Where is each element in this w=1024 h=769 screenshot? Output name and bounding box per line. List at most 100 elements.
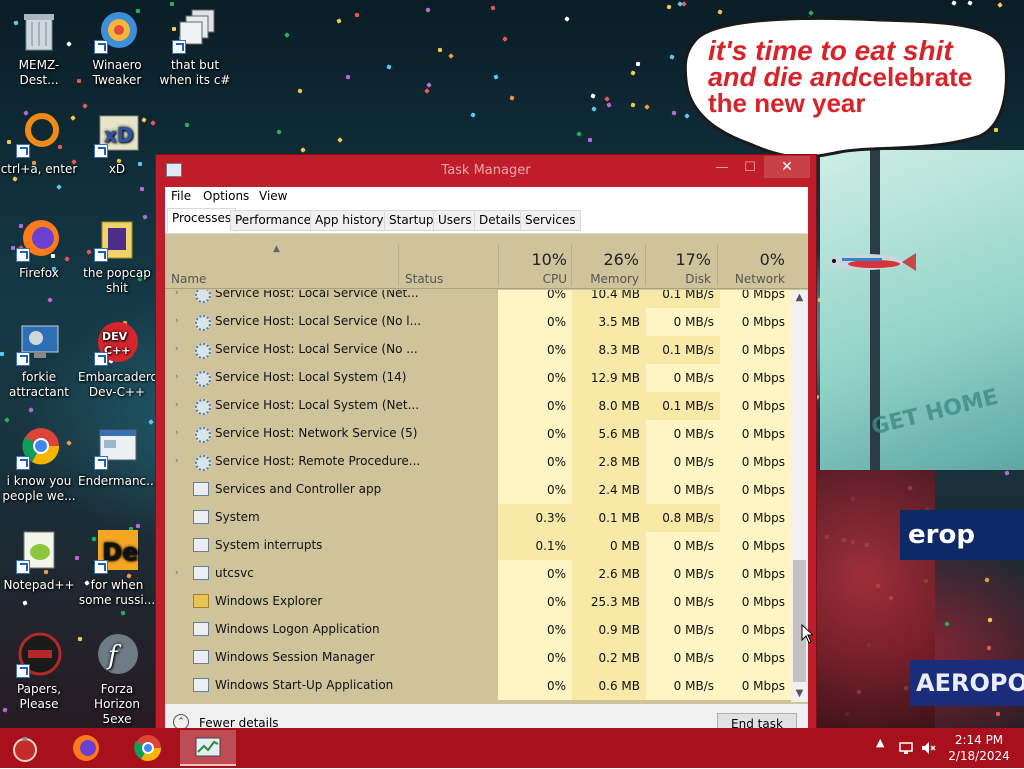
expand-chevron-icon[interactable]: › [175,316,183,326]
start-button[interactable] [10,734,40,764]
scroll-down-icon[interactable]: ▼ [791,686,808,702]
menu-options[interactable]: Options [203,189,249,203]
scroll-up-icon[interactable]: ▲ [791,290,808,306]
column-disk[interactable]: Disk [651,272,711,286]
expand-chevron-icon[interactable]: › [175,400,183,410]
process-app-icon [193,622,209,636]
taskbar-task-manager[interactable] [180,730,236,766]
column-memory[interactable]: Memory [577,272,639,286]
process-row[interactable]: › Service Host: Network Service (5) 0% 5.6 … [165,420,791,448]
process-row[interactable]: Services and Controller app 0% 2.4 MB 0 MB/… [165,476,791,504]
expand-chevron-icon[interactable]: › [175,344,183,354]
desktop-icon-recycle-bin[interactable]: MEMZ-Dest... [0,8,78,88]
process-network: 0 Mbps [720,392,791,420]
process-network: 0 Mbps [720,448,791,476]
expand-chevron-icon[interactable]: › [175,456,183,466]
tab-details[interactable]: Details [474,210,526,231]
taskbar: ▲ 2:14 PM 2/18/2024 [0,728,1024,768]
process-disk: 0 MB/s [646,588,720,616]
tab-services[interactable]: Services [520,210,581,231]
system-clock[interactable]: 2:14 PM 2/18/2024 [944,732,1014,764]
scrollbar-thumb[interactable] [793,560,806,682]
process-app-icon [193,482,209,496]
network-icon[interactable] [898,740,914,756]
process-memory: 2.6 MB [572,560,646,588]
process-cpu: 0% [498,672,572,700]
desktop-icon-forkie[interactable]: forkie attractant [0,320,78,400]
process-row[interactable]: System interrupts 0.1% 0 MB 0 MB/s 0 Mbps [165,532,791,560]
process-row[interactable]: › Service Host: Local Service (Net... 0% 10… [165,290,791,308]
process-disk: 0 MB/s [646,476,720,504]
desktop-icon-label: for when some russi... [78,578,156,607]
maximize-button[interactable]: ☐ [736,158,764,178]
chrome-icon [134,735,162,762]
process-row[interactable]: › Service Host: Local Service (No l... 0% 3… [165,308,791,336]
expand-chevron-icon[interactable]: › [175,372,183,382]
bubble-line-2: and die andcelebrate [708,64,1018,91]
process-row[interactable]: Windows Logon Application 0% 0.9 MB 0 MB/s 0… [165,616,791,644]
menu-bar: File Options View [165,187,808,207]
svg-text:DEV: DEV [102,330,128,343]
desktop-icon-endermanch[interactable]: Endermanc... [78,424,158,489]
process-row[interactable]: › Service Host: Local System (Net... 0% 8.0… [165,392,791,420]
expand-chevron-icon[interactable]: › [175,290,183,298]
taskbar-firefox[interactable] [58,730,114,766]
process-row[interactable]: › Service Host: Local System (14) 0% 12.9 M… [165,364,791,392]
desktop-icon-ctrl-a-enter[interactable]: ctrl+a, enter [0,112,78,177]
process-row[interactable]: › Service Host: Local Service (No ... 0% 8.… [165,336,791,364]
process-row[interactable]: Windows Start-Up Application 0% 0.6 MB 0 MB… [165,672,791,700]
process-memory: 8.0 MB [572,392,646,420]
desktop-icon-winaero[interactable]: Winaero Tweaker [78,8,156,88]
menu-file[interactable]: File [171,189,191,203]
column-network[interactable]: Network [721,272,785,286]
taskbar-chrome[interactable] [120,730,176,766]
title-bar[interactable]: Task Manager — ☐ ✕ [156,155,816,187]
minimize-button[interactable]: — [708,158,736,178]
desktop-icon-notepadpp[interactable]: Notepad++ [0,528,78,593]
task-manager-window[interactable]: Task Manager — ☐ ✕ File Options View Pro… [156,155,816,735]
de-logo-icon: De [94,528,140,574]
desktop-icon-popcap[interactable]: the popcap shit [78,216,156,296]
column-cpu-percent[interactable]: 10% [505,250,567,269]
volume-muted-icon[interactable] [920,740,936,756]
process-row[interactable]: Windows Explorer 0% 25.3 MB 0 MB/s 0 Mbps [165,588,791,616]
process-network: 0 Mbps [720,420,791,448]
column-disk-percent[interactable]: 17% [651,250,711,269]
column-network-percent[interactable]: 0% [721,250,785,269]
process-memory: 10.4 MB [572,290,646,308]
desktop-icon-firefox[interactable]: Firefox [0,216,78,281]
column-cpu[interactable]: CPU [505,272,567,286]
tab-startup[interactable]: Startup [384,210,439,231]
show-hidden-icons-icon[interactable]: ▲ [876,736,884,749]
process-row[interactable]: System 0.3% 0.1 MB 0.8 MB/s 0 Mbps [165,504,791,532]
process-memory: 0.9 MB [572,616,646,644]
process-row[interactable]: › utcsvc 0% 2.6 MB 0 MB/s 0 Mbps [165,560,791,588]
expand-chevron-icon[interactable]: › [175,428,183,438]
tab-processes[interactable]: Processes [167,208,237,233]
tab-users[interactable]: Users [433,210,477,231]
process-row[interactable]: Windows Session Manager 0% 0.2 MB 0 MB/s 0 M… [165,644,791,672]
menu-view[interactable]: View [259,189,287,203]
desktop-icon-devcpp[interactable]: DEV C++ Embarcadero Dev-C++ [78,320,158,400]
column-status[interactable]: Status [405,272,443,286]
process-network: 0 Mbps [720,644,791,672]
tab-app-history[interactable]: App history [310,210,389,231]
process-row[interactable]: › Service Host: Remote Procedure... 0% 2.8 … [165,448,791,476]
desktop-icon-xd[interactable]: xD xD [78,112,156,177]
service-gear-icon [195,455,211,471]
desktop-icon-russian[interactable]: De for when some russi... [78,528,156,608]
expand-chevron-icon[interactable]: › [175,568,183,578]
tab-performance[interactable]: Performance [230,210,317,231]
desktop-icon-forza[interactable]: f Forza Horizon 5exe [78,632,156,727]
desktop-icon-that-but-csharp[interactable]: that but when its c# [156,8,234,88]
process-cpu: 0% [498,560,572,588]
close-button[interactable]: ✕ [764,156,810,178]
notepad-plus-plus-icon [16,528,62,574]
desktop-icon-label: i know you people we... [2,474,76,503]
desktop-icon-chrome-shortcut[interactable]: i know you people we... [0,424,78,504]
column-header-row: ▲ Name Status 10% CPU 26% Memory 17% Dis… [165,234,808,289]
column-name[interactable]: Name [171,272,206,286]
desktop-icon-papers-please[interactable]: Papers, Please [0,632,78,712]
column-memory-percent[interactable]: 26% [577,250,639,269]
process-network: 0 Mbps [720,336,791,364]
